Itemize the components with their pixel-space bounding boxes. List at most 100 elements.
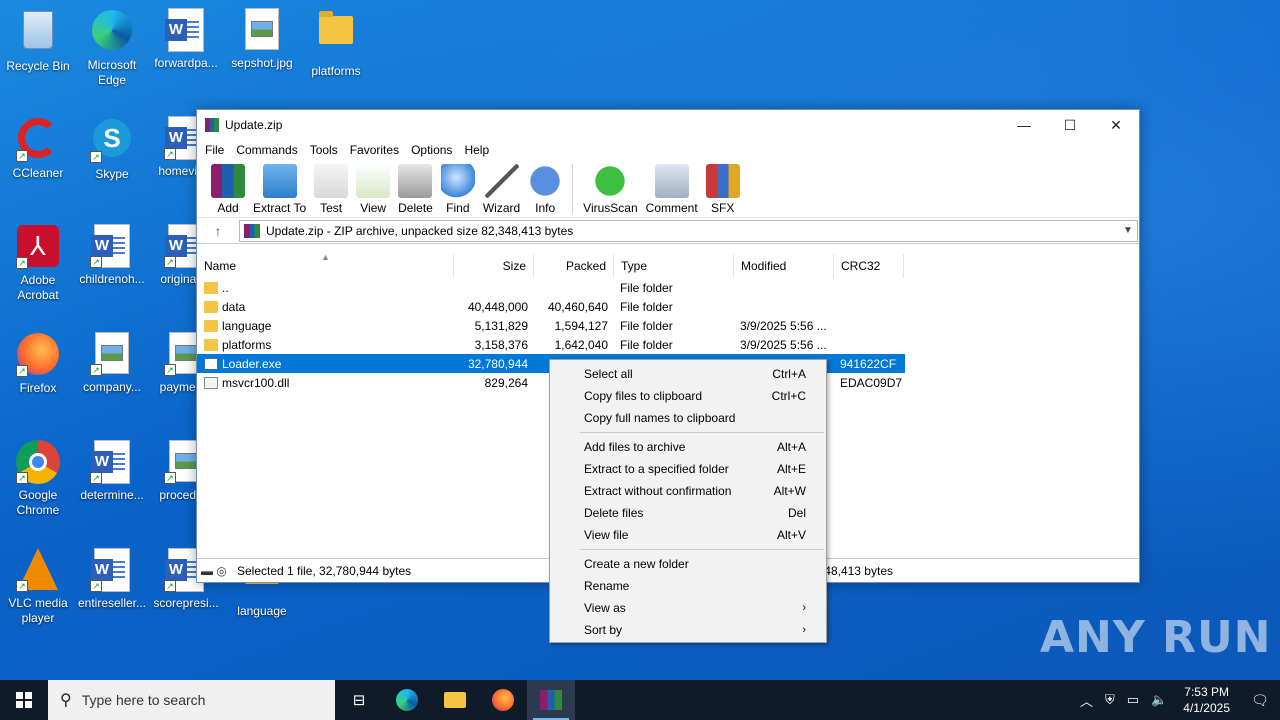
task-view-button[interactable]: ⊟ [335,680,383,720]
desktop-icon-vlc-media-player[interactable]: ↗ VLC media player [0,548,76,626]
add-icon [211,164,245,198]
desktop-icon-recycle-bin[interactable]: Recycle Bin [0,8,76,74]
toolbar-view-button[interactable]: View [352,160,394,215]
taskbar-firefox[interactable] [479,680,527,720]
desktop-icon-google-chrome[interactable]: ↗ Google Chrome [0,440,76,518]
file-size: 40,448,000 [467,299,528,314]
context-item-view-file[interactable]: View file Alt+V [550,524,826,546]
context-item-copy-full-names-to-clipboard[interactable]: Copy full names to clipboard [550,407,826,429]
up-arrow-icon[interactable]: ↑ [197,223,239,239]
file-list-header: ▲ Name Size Packed Type Modified CRC32 [197,252,1139,278]
toolbar-find-button[interactable]: Find [437,160,479,215]
dll-file-icon [204,376,218,389]
close-button[interactable]: ✕ [1093,110,1139,140]
toolbar-info-button[interactable]: Info [524,160,566,215]
drive-icon[interactable]: ▬ ◎ [197,564,237,578]
file-packed: 1,594,127 [554,318,608,333]
column-size[interactable]: Size [454,254,534,278]
desktop-icon-entireseller[interactable]: W ↗ entireseller... [74,548,150,611]
context-item-label: Rename [584,579,630,593]
menu-file[interactable]: File [199,143,230,157]
desktop-icon-label: language [237,604,287,618]
delete-icon [398,164,433,198]
file-row[interactable]: platforms 3,158,376 1,642,040 File folder 3/… [197,335,905,354]
chevron-down-icon[interactable]: ▼ [1119,225,1137,236]
file-name-cell: data [197,300,454,314]
column-modified[interactable]: Modified [734,254,834,278]
file-type: File folder [620,337,673,352]
toolbar-wizard-button[interactable]: Wizard [479,160,524,215]
address-field[interactable]: Update.zip - ZIP archive, unpacked size … [239,219,1138,242]
context-item-sort-by[interactable]: Sort by › [550,619,826,641]
volume-icon[interactable]: 🔈 [1145,692,1173,708]
desktop-icon-sepshot[interactable]: sepshot.jpg [224,8,300,71]
context-item-shortcut: Alt+A [776,440,806,454]
notification-icon[interactable]: 🗨 [1240,692,1280,709]
chevron-up-icon[interactable]: ︿ [1074,691,1099,710]
file-crc32: 941622CF [840,356,897,371]
column-packed[interactable]: Packed [534,254,614,278]
context-item-delete-files[interactable]: Delete files Del [550,502,826,524]
file-row[interactable]: data 40,448,000 40,460,640 File folder [197,297,905,316]
shortcut-arrow-icon: ↗ [164,580,176,592]
menu-help[interactable]: Help [458,143,495,157]
toolbar-extract-to-button[interactable]: Extract To [249,160,310,215]
toolbar-delete-button[interactable]: Delete [394,160,437,215]
context-item-select-all[interactable]: Select all Ctrl+A [550,363,826,385]
minimize-button[interactable]: — [1001,110,1047,140]
context-item-copy-files-to-clipboard[interactable]: Copy files to clipboard Ctrl+C [550,385,826,407]
folder-icon [204,300,218,313]
context-item-view-as[interactable]: View as › [550,597,826,619]
clock-date: 4/1/2025 [1183,701,1230,715]
menu-options[interactable]: Options [405,143,458,157]
search-icon: ⚲ [60,692,72,709]
taskbar-file-explorer[interactable] [431,680,479,720]
desktop-icon-ccleaner[interactable]: ↗ CCleaner [0,116,76,181]
toolbar-label: Add [217,201,239,215]
desktop-icon-childrenoh[interactable]: W ↗ childrenoh... [74,224,150,287]
context-item-shortcut: Del [787,506,806,520]
security-icon[interactable]: ⛨ [1099,692,1121,708]
toolbar-add-button[interactable]: Add [207,160,249,215]
toolbar-comment-button[interactable]: Comment [642,160,702,215]
desktop-icon-skype[interactable]: S ↗ Skype [74,116,150,182]
column-crc32[interactable]: CRC32 [834,254,904,278]
taskbar-winrar[interactable] [527,680,575,720]
toolbar-test-button[interactable]: Test [310,160,352,215]
menu-commands[interactable]: Commands [230,143,303,157]
context-item-extract-without-confirmation[interactable]: Extract without confirmation Alt+W [550,480,826,502]
file-size: 32,780,944 [467,356,528,371]
menu-favorites[interactable]: Favorites [344,143,405,157]
desktop-icon-platforms-folder[interactable]: platforms [298,8,374,79]
watermark-logo: ANY RUN [1040,612,1272,663]
desktop-icon-company[interactable]: ↗ company... [74,332,150,395]
shortcut-arrow-icon: ↗ [16,150,28,162]
file-packed: 40,460,640 [547,299,608,314]
context-item-extract-to-a-specified-folder[interactable]: Extract to a specified folder Alt+E [550,458,826,480]
column-type[interactable]: Type [614,254,734,278]
desktop-icon-firefox[interactable]: ↗ Firefox [0,332,76,396]
toolbar-virusscan-button[interactable]: VirusScan [579,160,641,215]
taskbar: ⚲ Type here to search ⊟ ︿ ⛨ ▭ 🔈 7:53 PM … [0,680,1280,720]
context-item-add-files-to-archive[interactable]: Add files to archive Alt+A [550,436,826,458]
desktop-icon-label: entireseller... [77,596,147,610]
desktop-icon-adobe-acrobat[interactable]: ⅄ ↗ Adobe Acrobat [0,224,76,303]
desktop-icon-microsoft-edge[interactable]: Microsoft Edge [74,8,150,88]
desktop-icon-forwardpa[interactable]: Wforwardpa... [148,8,224,71]
taskbar-search[interactable]: ⚲ Type here to search [48,680,335,720]
context-item-create-a-new-folder[interactable]: Create a new folder [550,553,826,575]
context-item-rename[interactable]: Rename [550,575,826,597]
file-row[interactable]: .. File folder [197,278,905,297]
file-row[interactable]: language 5,131,829 1,594,127 File folder 3/9… [197,316,905,335]
network-icon[interactable]: ▭ [1121,692,1145,708]
toolbar-sfx-button[interactable]: SFX [702,160,744,215]
word-icon: W ↗ [90,440,134,484]
title-bar[interactable]: Update.zip — ☐ ✕ [197,110,1139,140]
clock[interactable]: 7:53 PM 4/1/2025 [1173,684,1240,716]
find-icon [440,164,475,198]
menu-tools[interactable]: Tools [304,143,344,157]
maximize-button[interactable]: ☐ [1047,110,1093,140]
start-button[interactable] [0,680,48,720]
desktop-icon-determine[interactable]: W ↗ determine... [74,440,150,503]
taskbar-edge[interactable] [383,680,431,720]
